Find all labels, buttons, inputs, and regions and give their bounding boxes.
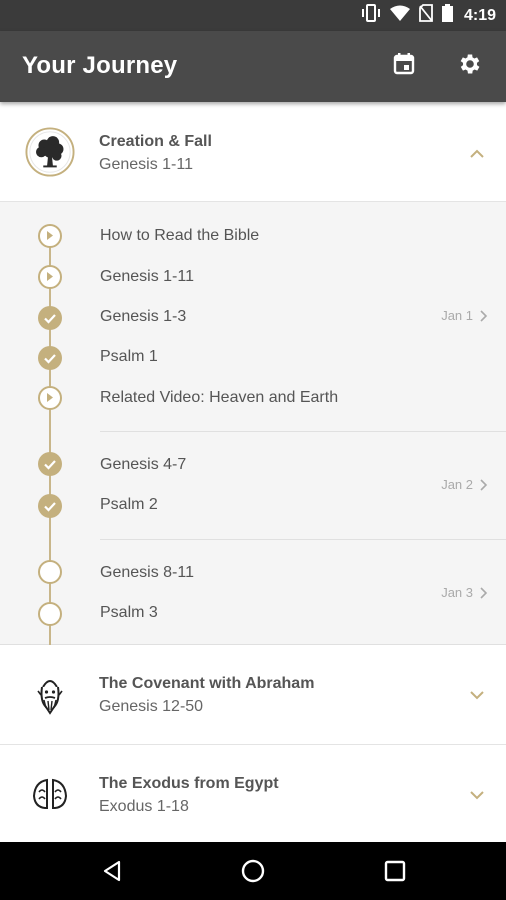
timeline-line	[49, 236, 51, 646]
check-node-icon	[38, 494, 62, 518]
settings-button[interactable]	[454, 50, 486, 82]
reading-item[interactable]: Related Video: Heaven and Earth	[100, 389, 338, 407]
day-date-link[interactable]: Jan 2	[441, 477, 488, 492]
section-subtitle: Genesis 12-50	[99, 698, 204, 715]
empty-node-icon	[38, 560, 62, 584]
reading-item[interactable]: Genesis 4-7	[100, 456, 186, 474]
day-date-link[interactable]: Jan 3	[441, 585, 488, 600]
app-bar: Your Journey	[0, 31, 506, 102]
check-node-icon	[38, 452, 62, 476]
reading-item[interactable]: Genesis 1-3	[100, 308, 186, 326]
reading-item[interactable]: Psalm 3	[100, 604, 158, 622]
parted-sea-icon	[32, 778, 68, 809]
calendar-icon	[392, 52, 416, 81]
section-title: Creation & Fall	[99, 133, 212, 150]
reading-item[interactable]: How to Read the Bible	[100, 227, 259, 245]
back-button[interactable]	[92, 851, 132, 891]
section-icon-frame	[25, 127, 75, 177]
day-date: Jan 3	[441, 585, 473, 600]
chevron-right-icon	[480, 586, 488, 599]
chevron-right-icon	[480, 309, 488, 322]
reading-item[interactable]: Genesis 1-11	[100, 268, 194, 286]
play-node-icon	[38, 265, 62, 289]
section-icon-frame	[25, 769, 75, 819]
section-icon-frame	[25, 670, 75, 720]
day-date-link[interactable]: Jan 1	[441, 308, 488, 323]
day-date: Jan 2	[441, 477, 473, 492]
wifi-icon	[389, 5, 410, 26]
group-divider	[100, 539, 506, 540]
play-node-icon	[38, 386, 62, 410]
readings-list: How to Read the Bible Genesis 1-11 Genes…	[0, 202, 506, 646]
empty-node-icon	[38, 602, 62, 626]
chevron-down-icon[interactable]	[468, 686, 486, 704]
tree-icon	[25, 127, 75, 177]
group-divider	[100, 431, 506, 432]
check-node-icon	[38, 346, 62, 370]
home-button[interactable]	[233, 851, 273, 891]
status-icons: 4:19	[361, 0, 496, 31]
recents-icon	[384, 860, 406, 882]
chevron-right-icon	[480, 478, 488, 491]
abraham-face-icon	[37, 680, 63, 715]
battery-icon	[441, 4, 453, 27]
section-title: The Exodus from Egypt	[99, 775, 279, 792]
chevron-down-icon[interactable]	[468, 786, 486, 804]
vibrate-icon	[361, 4, 381, 27]
system-nav-bar	[0, 842, 506, 900]
check-node-icon	[38, 306, 62, 330]
chevron-up-icon[interactable]	[468, 145, 486, 163]
page-title: Your Journey	[22, 52, 178, 79]
reading-item[interactable]: Psalm 1	[100, 348, 158, 366]
recents-button[interactable]	[375, 851, 415, 891]
section-subtitle: Exodus 1-18	[99, 798, 189, 815]
back-icon	[103, 860, 121, 882]
status-bar: 4:19	[0, 0, 506, 31]
section-subtitle: Genesis 1-11	[99, 156, 193, 173]
section-creation-fall[interactable]: Creation & Fall Genesis 1-11	[0, 102, 506, 202]
home-icon	[241, 859, 265, 883]
calendar-button[interactable]	[388, 50, 420, 82]
no-sim-icon	[419, 4, 433, 27]
reading-item[interactable]: Psalm 2	[100, 496, 158, 514]
status-time: 4:19	[463, 6, 496, 24]
section-exodus-egypt[interactable]: The Exodus from Egypt Exodus 1-18	[0, 745, 506, 842]
section-title: The Covenant with Abraham	[99, 675, 315, 692]
reading-item[interactable]: Genesis 8-11	[100, 564, 194, 582]
section-covenant-abraham[interactable]: The Covenant with Abraham Genesis 12-50	[0, 645, 506, 745]
day-date: Jan 1	[441, 308, 473, 323]
settings-gear-icon	[457, 51, 483, 82]
play-node-icon	[38, 224, 62, 248]
